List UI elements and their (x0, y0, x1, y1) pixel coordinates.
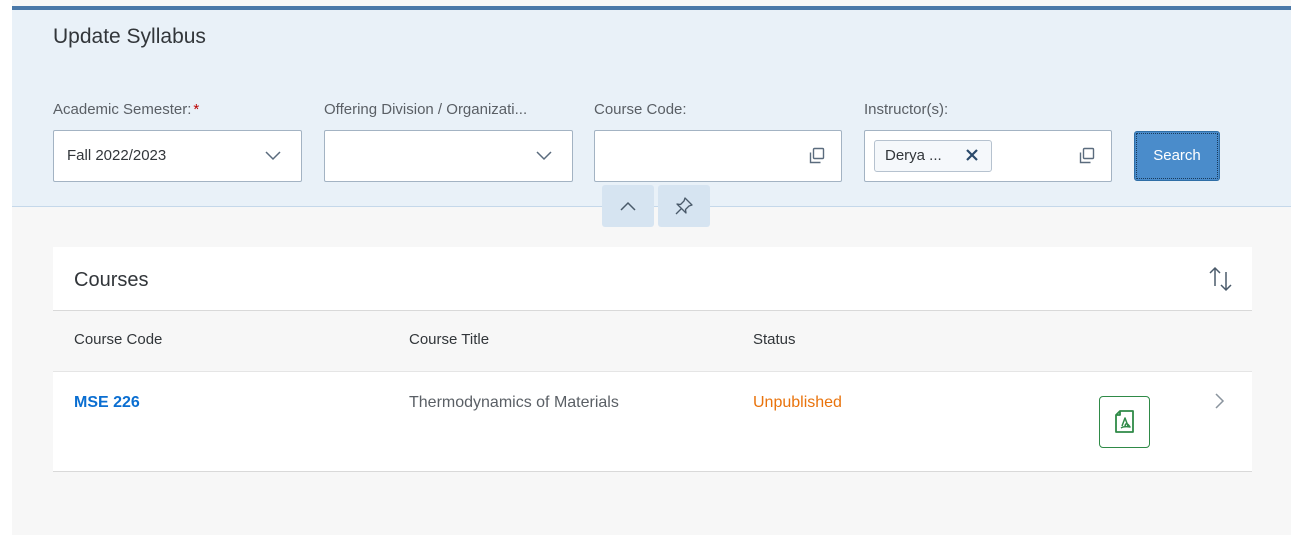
pdf-button[interactable] (1099, 396, 1150, 448)
chevron-down-icon[interactable] (263, 145, 283, 165)
column-header-status[interactable]: Status (753, 331, 796, 348)
division-label: Offering Division / Organizati... (324, 101, 528, 118)
filter-header: Update Syllabus Academic Semester: * Fall… (12, 10, 1291, 207)
course-code-link[interactable]: MSE 226 (74, 394, 140, 412)
chevron-down-icon[interactable] (534, 145, 554, 165)
sort-icon[interactable] (1204, 264, 1238, 294)
courses-title: Courses (74, 269, 149, 291)
column-header-course-code[interactable]: Course Code (74, 331, 162, 348)
pin-icon (675, 197, 693, 215)
status-cell: Unpublished (753, 394, 842, 411)
app-page: Update Syllabus Academic Semester: * Fall… (12, 0, 1291, 535)
table-row[interactable]: MSE 226 Thermodynamics of Materials Unpu… (53, 372, 1252, 472)
course-title-cell: Thermodynamics of Materials (409, 394, 619, 411)
value-help-icon[interactable] (807, 146, 827, 166)
course-code-input[interactable] (594, 130, 842, 182)
required-marker: * (193, 101, 200, 118)
pdf-icon (1115, 410, 1134, 433)
semester-label: Academic Semester: * (53, 101, 199, 118)
division-select[interactable] (324, 130, 573, 182)
semester-value: Fall 2022/2023 (67, 147, 167, 164)
instructors-label: Instructor(s): (864, 101, 949, 118)
semester-label-text: Academic Semester: (53, 101, 192, 118)
chevron-right-icon[interactable] (1213, 390, 1227, 412)
course-code-label: Course Code: (594, 101, 687, 118)
search-button[interactable]: Search (1134, 131, 1220, 181)
instructor-token[interactable]: Derya ... (874, 140, 992, 172)
page-title: Update Syllabus (53, 25, 206, 48)
close-icon[interactable] (965, 148, 979, 162)
value-help-icon[interactable] (1077, 146, 1097, 166)
instructor-token-text: Derya ... (885, 147, 942, 164)
table-header: Course Code Course Title Status (53, 310, 1252, 372)
semester-select[interactable]: Fall 2022/2023 (53, 130, 302, 182)
collapse-header-button[interactable] (602, 185, 654, 227)
courses-panel: Courses Course Code Course Title Status … (53, 247, 1252, 472)
instructors-multi-input[interactable]: Derya ... (864, 130, 1112, 182)
pin-header-button[interactable] (658, 185, 710, 227)
chevron-up-icon (620, 201, 636, 211)
column-header-course-title[interactable]: Course Title (409, 331, 489, 348)
